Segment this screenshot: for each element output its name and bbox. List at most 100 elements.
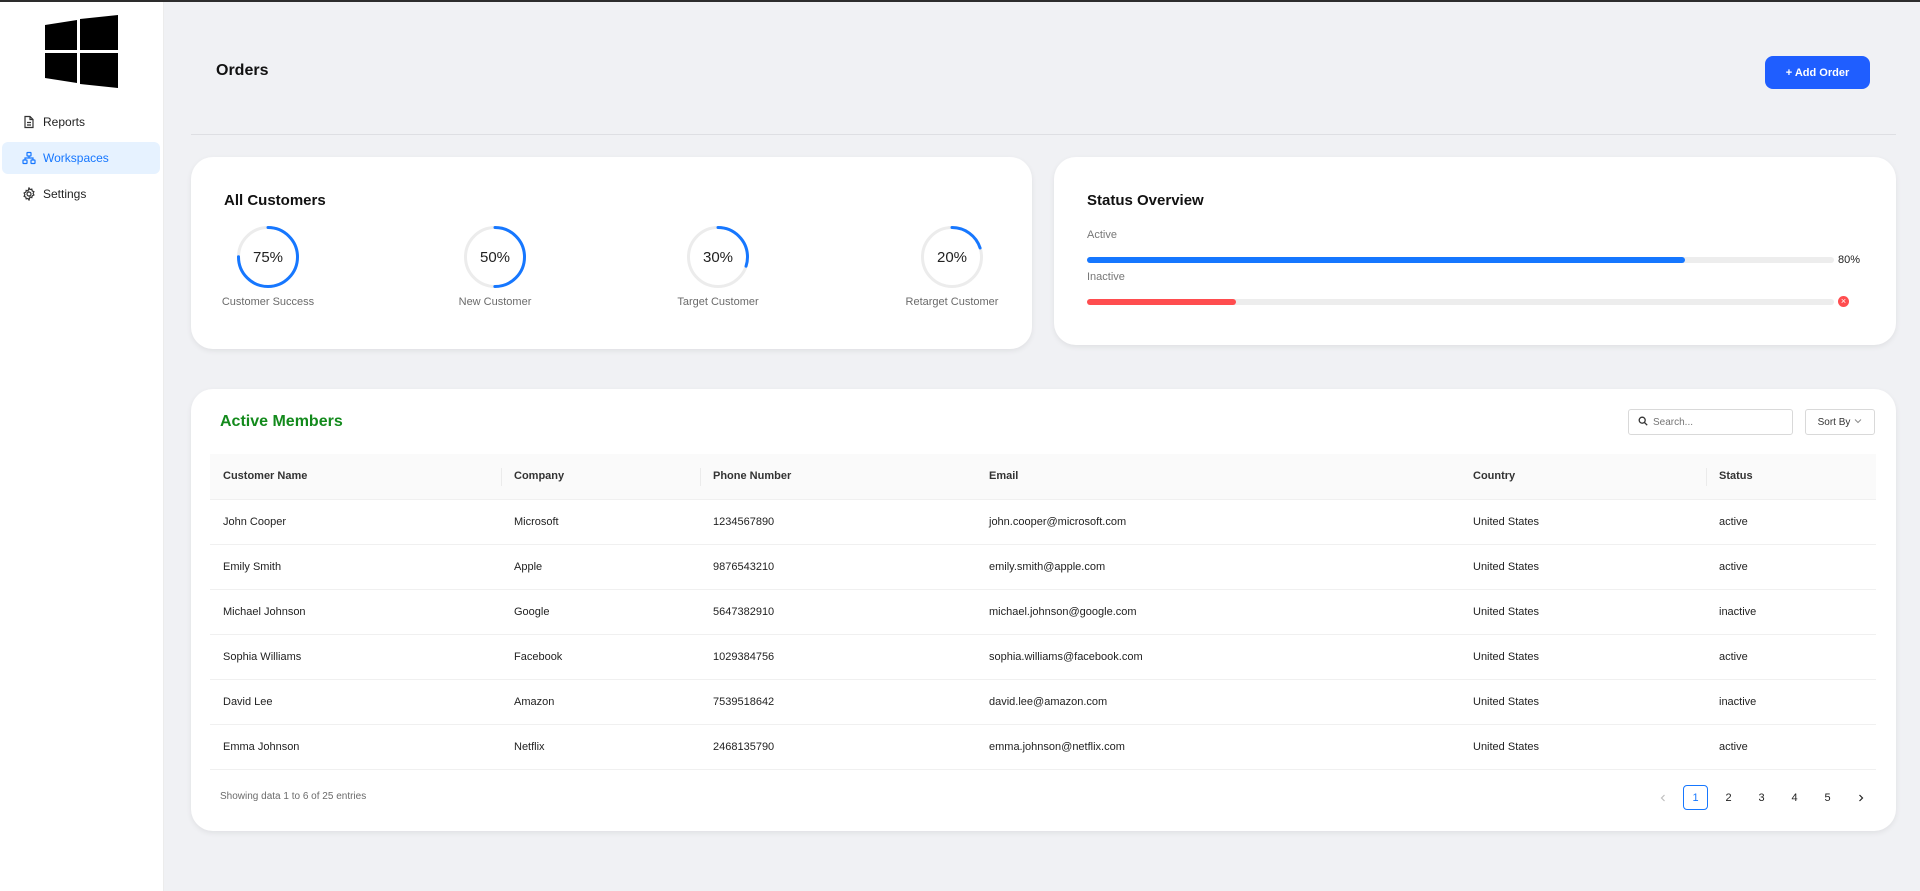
- cell-company: Amazon: [501, 679, 700, 725]
- active-bar-value: 80%: [1838, 254, 1861, 266]
- column-header[interactable]: Country: [1460, 454, 1706, 500]
- cell-phone: 1029384756: [700, 634, 976, 680]
- cell-status: inactive: [1706, 679, 1876, 725]
- cell-status: active: [1706, 544, 1876, 590]
- chevron-right-icon: [1857, 791, 1865, 805]
- workspace-tree-icon: [22, 151, 36, 165]
- sidebar-item-settings[interactable]: Settings: [2, 178, 160, 210]
- page-button-5[interactable]: 5: [1815, 785, 1840, 810]
- gauge-value: 50%: [479, 248, 511, 266]
- gauge-customer-success: 75% Customer Success: [208, 223, 328, 308]
- sidebar-item-workspaces[interactable]: Workspaces: [2, 142, 160, 174]
- status-overview-card: Status Overview Active 80% Inactive ×: [1054, 157, 1896, 345]
- sidebar: Reports Workspaces Settings: [0, 2, 164, 891]
- cell-customer-name: Emma Johnson: [210, 724, 501, 770]
- cell-email: emily.smith@apple.com: [976, 544, 1460, 590]
- table-row[interactable]: Sophia Williams Facebook 1029384756 soph…: [210, 634, 1876, 680]
- sidebar-item-label: Workspaces: [43, 151, 109, 165]
- table-row[interactable]: Michael Johnson Google 5647382910 michae…: [210, 589, 1876, 635]
- search-box: [1628, 409, 1793, 435]
- card-title: Active Members: [220, 413, 343, 430]
- active-members-card: Active Members Sort By Customer Name Com…: [191, 389, 1896, 831]
- active-bar-label: Active: [1087, 229, 1117, 241]
- search-icon: [1638, 413, 1648, 431]
- column-header[interactable]: Phone Number: [700, 454, 976, 500]
- cell-phone: 2468135790: [700, 724, 976, 770]
- column-header[interactable]: Email: [976, 454, 1460, 500]
- page-button-3[interactable]: 3: [1749, 785, 1774, 810]
- inactive-progress-fill: [1087, 299, 1237, 305]
- header-divider: [191, 134, 1896, 135]
- cell-customer-name: John Cooper: [210, 499, 501, 545]
- chevron-left-icon: [1659, 791, 1667, 805]
- card-title: All Customers: [224, 192, 326, 209]
- all-customers-card: All Customers 75% Customer Success 50% N…: [191, 157, 1032, 349]
- inactive-bar-label: Inactive: [1087, 271, 1125, 283]
- page-button-1[interactable]: 1: [1683, 785, 1708, 810]
- cell-customer-name: Sophia Williams: [210, 634, 501, 680]
- table-row[interactable]: David Lee Amazon 7539518642 david.lee@am…: [210, 679, 1876, 725]
- next-page-button[interactable]: [1848, 785, 1873, 810]
- cell-phone: 7539518642: [700, 679, 976, 725]
- cell-status: active: [1706, 724, 1876, 770]
- page-title: Orders: [216, 62, 269, 79]
- cell-country: United States: [1460, 724, 1706, 770]
- cell-company: Microsoft: [501, 499, 700, 545]
- members-table: Customer Name Company Phone Number Email…: [210, 454, 1876, 770]
- sort-by-dropdown[interactable]: Sort By: [1805, 409, 1875, 435]
- cell-status: active: [1706, 499, 1876, 545]
- sidebar-item-reports[interactable]: Reports: [2, 106, 160, 138]
- entries-info: Showing data 1 to 6 of 25 entries: [220, 791, 367, 802]
- gauge-value: 20%: [936, 248, 968, 266]
- gauge-new-customer: 50% New Customer: [435, 223, 555, 308]
- document-icon: [22, 115, 36, 129]
- cell-email: sophia.williams@facebook.com: [976, 634, 1460, 680]
- cell-status: inactive: [1706, 589, 1876, 635]
- sidebar-item-label: Settings: [43, 187, 87, 201]
- pagination: 1 2 3 4 5: [1650, 785, 1881, 810]
- cell-company: Apple: [501, 544, 700, 590]
- cell-company: Facebook: [501, 634, 700, 680]
- card-title: Status Overview: [1087, 192, 1204, 209]
- cell-country: United States: [1460, 589, 1706, 635]
- cell-phone: 5647382910: [700, 589, 976, 635]
- cell-customer-name: Michael Johnson: [210, 589, 501, 635]
- chevron-down-icon: [1854, 417, 1862, 428]
- cell-country: United States: [1460, 679, 1706, 725]
- table-header-row: Customer Name Company Phone Number Email…: [210, 454, 1876, 500]
- column-header[interactable]: Status: [1706, 454, 1876, 500]
- cell-country: United States: [1460, 544, 1706, 590]
- table-row[interactable]: Emma Johnson Netflix 2468135790 emma.joh…: [210, 724, 1876, 770]
- cell-phone: 1234567890: [700, 499, 976, 545]
- cell-company: Google: [501, 589, 700, 635]
- gauge-value: 30%: [702, 248, 734, 266]
- gauge-label: Customer Success: [221, 296, 315, 308]
- column-header[interactable]: Customer Name: [210, 454, 501, 500]
- gauge-value: 75%: [252, 248, 284, 266]
- active-progress-track: [1087, 257, 1834, 263]
- windows-logo-icon: [45, 15, 118, 88]
- inactive-progress-track: [1087, 299, 1834, 305]
- table-row[interactable]: Emily Smith Apple 9876543210 emily.smith…: [210, 544, 1876, 590]
- gauge-label: Target Customer: [677, 296, 759, 308]
- gauge-retarget-customer: 20% Retarget Customer: [892, 223, 1012, 308]
- cell-email: john.cooper@microsoft.com: [976, 499, 1460, 545]
- page-button-4[interactable]: 4: [1782, 785, 1807, 810]
- column-header[interactable]: Company: [501, 454, 700, 500]
- table-row[interactable]: John Cooper Microsoft 1234567890 john.co…: [210, 499, 1876, 545]
- cell-customer-name: Emily Smith: [210, 544, 501, 590]
- error-x-icon: ×: [1838, 296, 1849, 307]
- cell-email: emma.johnson@netflix.com: [976, 724, 1460, 770]
- gauge-target-customer: 30% Target Customer: [658, 223, 778, 308]
- search-input[interactable]: [1653, 416, 1783, 428]
- cell-country: United States: [1460, 634, 1706, 680]
- page-button-2[interactable]: 2: [1716, 785, 1741, 810]
- prev-page-button[interactable]: [1650, 785, 1675, 810]
- gauge-label: New Customer: [458, 296, 532, 308]
- add-order-button[interactable]: + Add Order: [1765, 56, 1870, 89]
- cell-company: Netflix: [501, 724, 700, 770]
- sort-by-label: Sort By: [1817, 416, 1851, 428]
- cell-country: United States: [1460, 499, 1706, 545]
- gauge-label: Retarget Customer: [905, 296, 999, 308]
- sidebar-item-label: Reports: [43, 115, 86, 129]
